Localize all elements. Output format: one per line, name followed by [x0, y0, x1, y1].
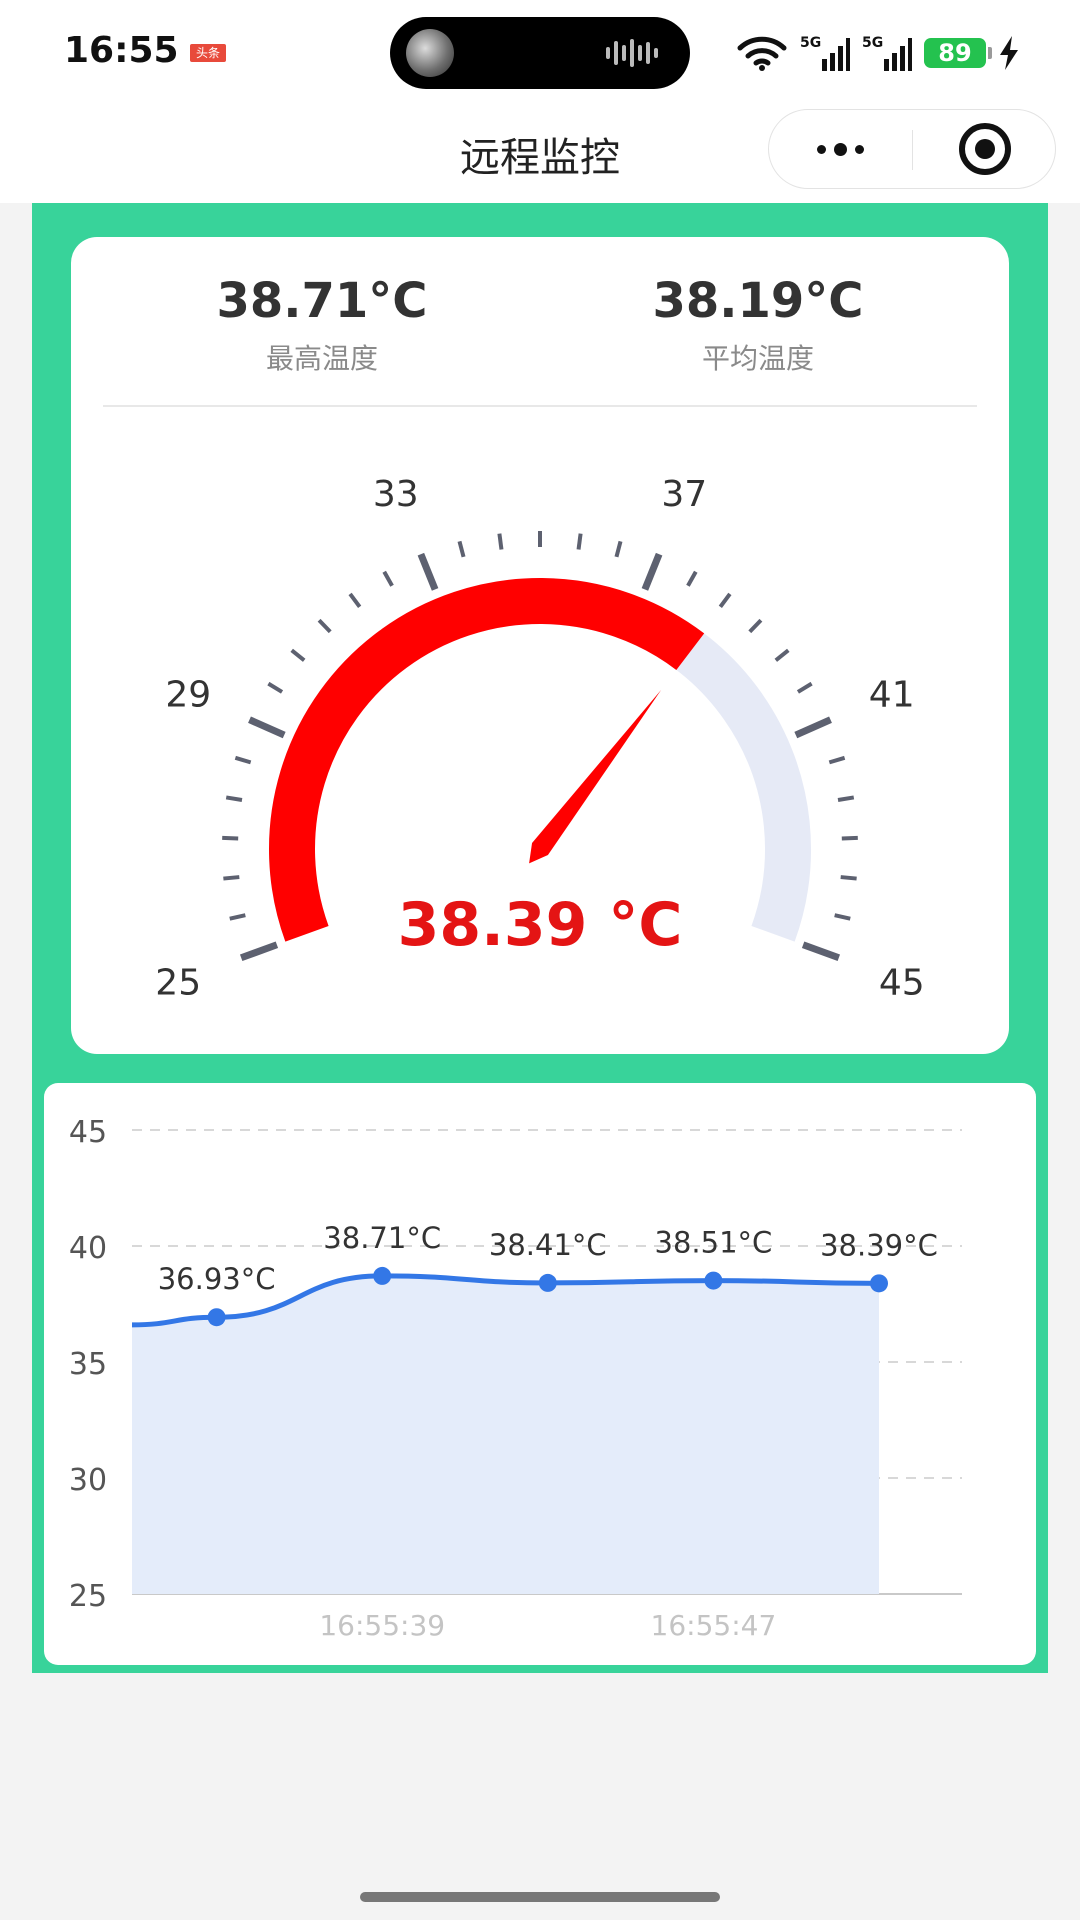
- max-temp-stat: 38.71°C 最高温度: [172, 273, 472, 377]
- gauge-minor-tick: [317, 618, 332, 634]
- gauge-tick-label: 45: [879, 963, 925, 1004]
- gauge-minor-tick: [837, 795, 855, 802]
- signal-5g-icon: 5G: [862, 35, 912, 71]
- data-label: 38.41°C: [489, 1228, 607, 1262]
- trend-chart-card: 25 30 35 40 45 36.93°C 38.71°C 38.41°C 38.51°C 38…: [44, 1083, 1036, 1665]
- app-notification-badge: 头条: [190, 44, 226, 62]
- data-point: [373, 1266, 392, 1285]
- gauge-tick-label: 25: [155, 963, 201, 1004]
- svg-text:5G: 5G: [862, 35, 883, 51]
- stats-divider: [103, 405, 977, 407]
- gauge-minor-tick: [290, 648, 306, 662]
- gauge-minor-tick: [686, 570, 698, 587]
- area-fill: [132, 1275, 879, 1594]
- gauge-major-tick: [248, 716, 286, 739]
- y-tick-label: 45: [69, 1115, 107, 1150]
- gauge-minor-tick: [576, 533, 583, 550]
- mini-program-capsule: [768, 109, 1056, 189]
- data-point: [870, 1274, 888, 1293]
- gauge-minor-tick: [225, 795, 243, 802]
- gauge-minor-tick: [774, 648, 790, 662]
- close-button[interactable]: [913, 110, 1056, 188]
- dynamic-island[interactable]: [390, 17, 690, 89]
- gauge-major-tick: [794, 716, 832, 739]
- max-temp-label: 最高温度: [265, 342, 378, 375]
- data-label: 36.93°C: [158, 1262, 276, 1296]
- gauge-minor-tick: [841, 835, 858, 841]
- gauge-minor-tick: [840, 875, 857, 881]
- media-avatar-icon: [406, 29, 454, 77]
- more-icon-dot: [855, 144, 864, 154]
- gauge-minor-tick: [267, 681, 284, 694]
- gauge-minor-tick: [457, 540, 466, 558]
- gauge-minor-tick: [229, 913, 246, 921]
- gauge-minor-tick: [834, 913, 851, 921]
- gauge-major-tick: [239, 941, 279, 962]
- status-time: 16:55: [64, 30, 179, 71]
- data-label: 38.51°C: [655, 1226, 773, 1260]
- gauge-card: 38.71°C 最高温度 38.19°C 平均温度 25 29 33 37 41 45 38…: [71, 237, 1009, 1054]
- gauge-minor-tick: [222, 835, 239, 841]
- data-label: 38.39°C: [820, 1228, 938, 1262]
- nav-bar: 远程监控: [0, 105, 1080, 203]
- gauge-minor-tick: [614, 540, 623, 558]
- data-point: [538, 1273, 557, 1292]
- gauge-tick-label: 41: [869, 674, 915, 715]
- y-tick-label: 40: [69, 1231, 107, 1266]
- gauge-minor-tick: [748, 618, 763, 634]
- gauge-minor-tick: [223, 875, 240, 881]
- svg-text:5G: 5G: [800, 35, 821, 51]
- charging-icon: [1000, 36, 1018, 70]
- x-tick-label: 16:55:39: [319, 1609, 445, 1642]
- avg-temp-label: 平均温度: [701, 342, 814, 375]
- x-tick-label: 16:55:47: [651, 1609, 777, 1642]
- gauge-tick-label: 37: [661, 474, 707, 515]
- more-icon: [817, 144, 826, 154]
- gauge-minor-tick: [382, 570, 394, 587]
- wifi-icon: [737, 36, 787, 71]
- gauge-needle: [529, 689, 662, 864]
- signal-5g-icon: 5G: [800, 35, 850, 71]
- more-icon-dot: [834, 142, 847, 156]
- more-button[interactable]: [769, 110, 912, 188]
- gauge-tick-label: 29: [165, 674, 211, 715]
- data-label: 38.71°C: [323, 1221, 441, 1255]
- temperature-gauge: 25 29 33 37 41 45 38.39 °C: [155, 474, 925, 1004]
- gauge-major-tick: [801, 941, 841, 962]
- avg-temp-stat: 38.19°C 平均温度: [608, 273, 908, 377]
- gauge-minor-tick: [796, 681, 813, 694]
- gauge-minor-tick: [348, 592, 362, 608]
- close-mini-program-icon: [958, 123, 1011, 175]
- data-point: [704, 1271, 723, 1290]
- gauge-value-text: 38.39 °C: [398, 890, 683, 960]
- gauge-major-tick: [641, 552, 663, 591]
- gauge-minor-tick: [234, 755, 252, 765]
- avg-temp-value: 38.19°C: [652, 273, 864, 329]
- home-indicator[interactable]: [360, 1892, 720, 1902]
- y-tick-label: 35: [69, 1347, 107, 1382]
- battery-icon: 89: [924, 38, 992, 68]
- data-point: [207, 1308, 226, 1327]
- gauge-minor-tick: [497, 533, 504, 550]
- y-tick-label: 30: [69, 1463, 107, 1498]
- gauge-minor-tick: [828, 755, 846, 765]
- gauge-major-tick: [417, 552, 439, 591]
- audio-wave-icon: [606, 39, 658, 67]
- status-bar: 16:55 头条 5G 5G 89: [0, 0, 1080, 105]
- y-tick-label: 25: [69, 1579, 107, 1614]
- gauge-tick-label: 33: [373, 474, 419, 515]
- temperature-trend-chart: 25 30 35 40 45 36.93°C 38.71°C 38.41°C 38.51°C 38…: [69, 1115, 962, 1642]
- gauge-minor-tick: [718, 592, 732, 608]
- max-temp-value: 38.71°C: [216, 273, 428, 329]
- gauge-progress-arc: [269, 578, 705, 942]
